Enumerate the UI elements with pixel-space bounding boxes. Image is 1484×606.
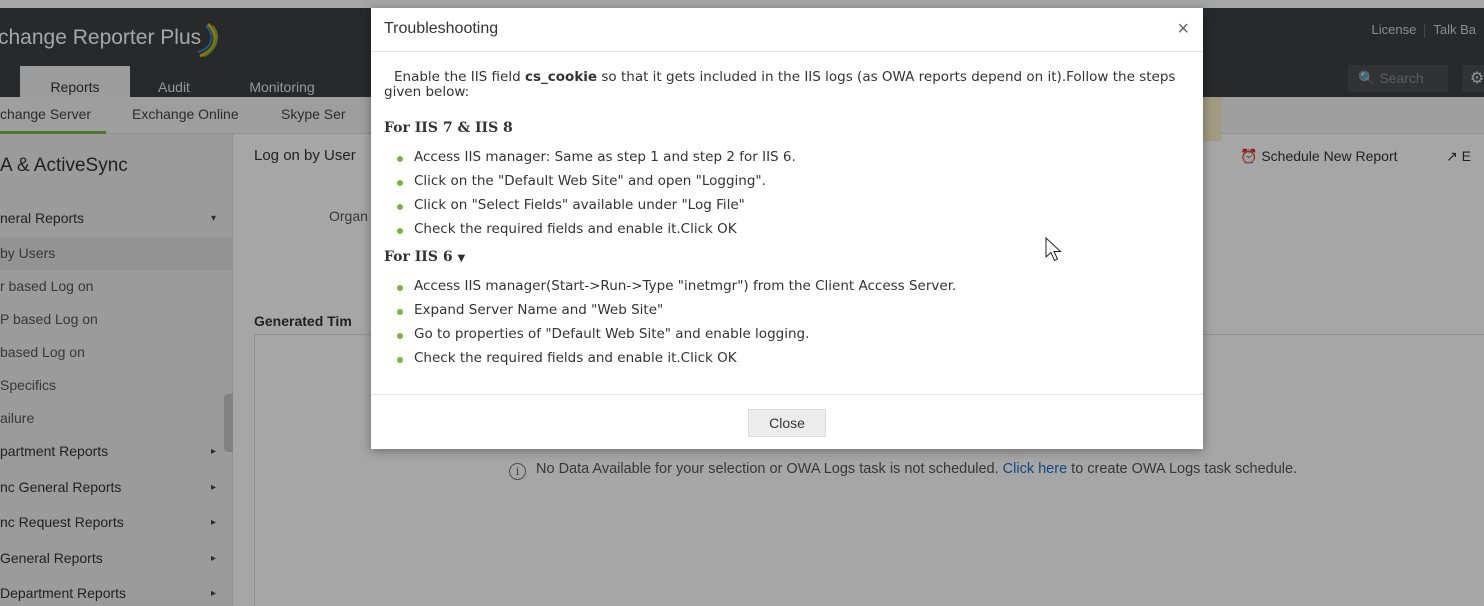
bullet-icon: [397, 228, 403, 234]
caret-down-icon: ▼: [457, 253, 466, 264]
list-item: Expand Server Name and "Web Site": [384, 298, 1192, 322]
intro-text: Enable the IIS field cs_cookie so that i…: [384, 70, 1192, 100]
dialog-title: Troubleshooting: [384, 20, 499, 37]
step-text: Access IIS manager(Start->Run->Type "ine…: [414, 278, 957, 294]
dialog-header: Troubleshooting ×: [371, 8, 1203, 52]
bullet-icon: [397, 333, 403, 339]
list-item: Click on "Select Fields" available under…: [384, 193, 1192, 217]
list-item: Check the required fields and enable it.…: [384, 346, 1192, 370]
close-button[interactable]: Close: [748, 409, 826, 437]
mouse-cursor-icon: [1045, 237, 1062, 262]
section-iis6-steps: Access IIS manager(Start->Run->Type "ine…: [384, 274, 1192, 370]
intro-before: Enable the IIS field: [394, 69, 521, 85]
bullet-icon: [397, 357, 403, 363]
dialog-body: Enable the IIS field cs_cookie so that i…: [384, 70, 1192, 370]
troubleshooting-dialog: Troubleshooting × Enable the IIS field c…: [371, 8, 1203, 449]
dialog-footer: Close: [371, 394, 1203, 449]
section-iis6-title[interactable]: For IIS 6 ▼: [384, 249, 1192, 265]
list-item: Click on the "Default Web Site" and open…: [384, 169, 1192, 193]
list-item: Check the required fields and enable it.…: [384, 217, 1192, 241]
list-item: Access IIS manager: Same as step 1 and s…: [384, 145, 1192, 169]
section-iis7-title: For IIS 7 & IIS 8: [384, 120, 513, 136]
close-icon[interactable]: ×: [1177, 17, 1189, 41]
list-item: Access IIS manager(Start->Run->Type "ine…: [384, 274, 1192, 298]
step-text: Expand Server Name and "Web Site": [414, 302, 664, 318]
intro-field-name: cs_cookie: [524, 69, 598, 85]
list-item: Go to properties of "Default Web Site" a…: [384, 322, 1192, 346]
section-iis6-label: For IIS 6: [384, 249, 453, 265]
step-text: Check the required fields and enable it.…: [414, 350, 737, 366]
step-text: Check the required fields and enable it.…: [414, 221, 737, 237]
step-text: Click on the "Default Web Site" and open…: [414, 173, 766, 189]
bullet-icon: [397, 156, 403, 162]
bullet-icon: [397, 285, 403, 291]
section-iis7-steps: Access IIS manager: Same as step 1 and s…: [384, 145, 1192, 241]
step-text: Access IIS manager: Same as step 1 and s…: [414, 149, 796, 165]
bullet-icon: [397, 309, 403, 315]
step-text: Go to properties of "Default Web Site" a…: [414, 326, 810, 342]
bullet-icon: [397, 180, 403, 186]
step-text: Click on "Select Fields" available under…: [414, 197, 745, 213]
bullet-icon: [397, 204, 403, 210]
